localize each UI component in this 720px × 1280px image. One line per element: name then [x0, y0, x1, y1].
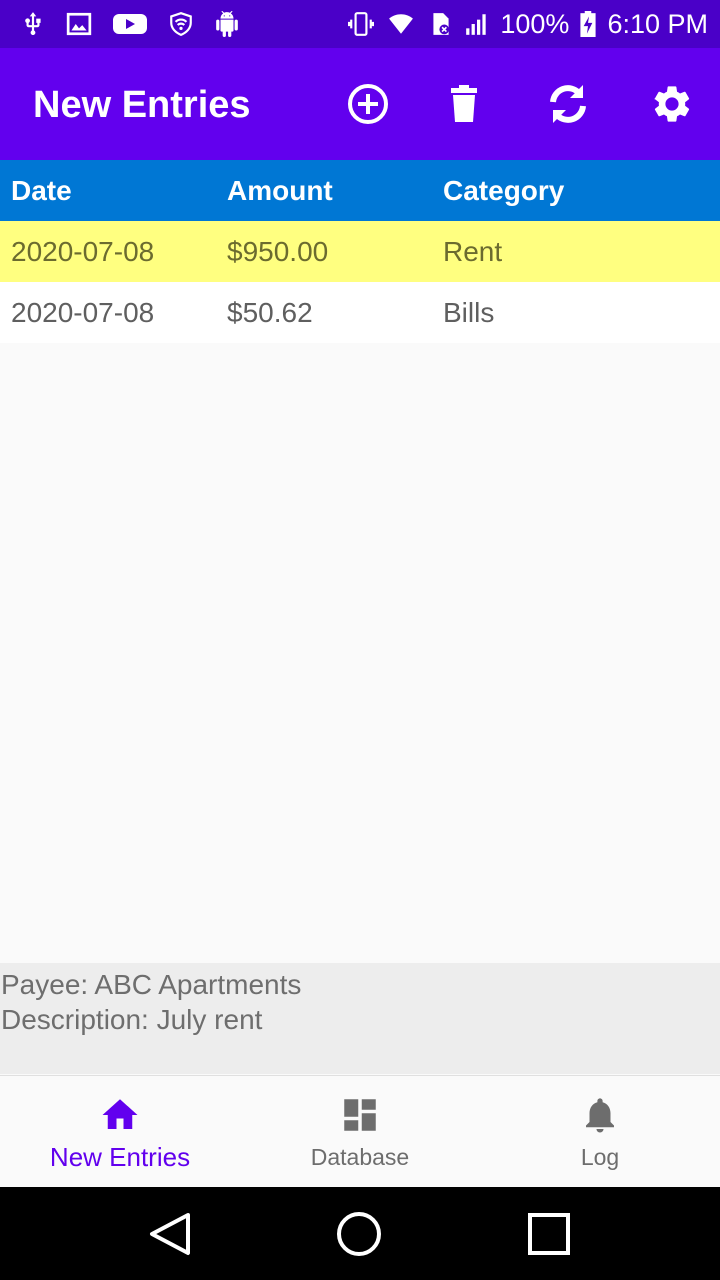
detail-payee: Payee: ABC Apartments: [1, 969, 302, 1000]
system-home-button[interactable]: [334, 1209, 384, 1259]
home-icon: [102, 1099, 138, 1129]
nav-label: Database: [310, 1144, 410, 1170]
page-title: New Entries: [33, 84, 251, 126]
shield-wifi-icon: [170, 12, 192, 37]
bell-icon: [586, 1098, 614, 1133]
settings-button[interactable]: [650, 82, 694, 126]
app-bar: New Entries: [0, 48, 720, 160]
nav-item-database[interactable]: Database: [240, 1076, 480, 1188]
sim-icon: [433, 13, 450, 35]
system-back-button[interactable]: [146, 1209, 196, 1259]
delete-button[interactable]: [442, 82, 486, 126]
add-entry-button[interactable]: [346, 82, 390, 126]
home-circle-icon: [337, 1212, 381, 1256]
nav-item-new-entries[interactable]: New Entries: [0, 1076, 240, 1188]
refresh-icon: [550, 85, 586, 123]
table-row[interactable]: 2020-07-08 $950.00 Rent: [0, 221, 720, 282]
row-category: Rent: [443, 236, 503, 267]
add-circle-icon: [348, 84, 388, 124]
image-icon: [66, 12, 92, 36]
column-header-amount[interactable]: Amount: [227, 160, 333, 221]
back-icon: [150, 1213, 190, 1255]
nav-label: Log: [580, 1144, 620, 1170]
vibrate-icon: [348, 12, 375, 36]
status-bar: 100% 6:10 PM: [0, 0, 720, 48]
usb-icon: [25, 12, 41, 36]
wifi-icon: [389, 14, 414, 34]
system-recents-button[interactable]: [524, 1209, 574, 1259]
android-icon: [216, 11, 238, 37]
entry-detail-panel: Payee: ABC Apartments Description: July …: [0, 963, 720, 1074]
system-navigation-bar: [0, 1187, 720, 1280]
row-amount: $950.00: [227, 236, 329, 267]
nav-item-log[interactable]: Log: [480, 1076, 720, 1188]
refresh-button[interactable]: [544, 80, 592, 128]
status-bar-notifications: [20, 8, 240, 40]
row-amount: $50.62: [227, 297, 313, 328]
status-time: 6:10 PM: [607, 8, 708, 39]
recents-icon: [528, 1213, 570, 1255]
column-header-date[interactable]: Date: [11, 160, 72, 221]
delete-icon: [451, 85, 477, 122]
status-bar-system: 100% 6:10 PM: [348, 8, 708, 40]
dashboard-icon: [344, 1099, 376, 1131]
youtube-icon: [113, 14, 147, 34]
nav-label: New Entries: [49, 1142, 191, 1172]
battery-percent: 100%: [500, 8, 570, 39]
detail-description: Description: July rent: [1, 1004, 263, 1035]
row-category: Bills: [443, 297, 495, 328]
table-header: Date Amount Category: [0, 160, 720, 221]
row-date: 2020-07-08: [11, 236, 155, 267]
battery-charging-icon: [580, 11, 597, 37]
settings-icon: [654, 86, 690, 122]
row-date: 2020-07-08: [11, 297, 155, 328]
column-header-category[interactable]: Category: [443, 160, 564, 221]
bottom-navigation: New Entries Database Log: [0, 1075, 720, 1188]
table-row[interactable]: 2020-07-08 $50.62 Bills: [0, 282, 720, 343]
signal-icon: [466, 14, 487, 35]
